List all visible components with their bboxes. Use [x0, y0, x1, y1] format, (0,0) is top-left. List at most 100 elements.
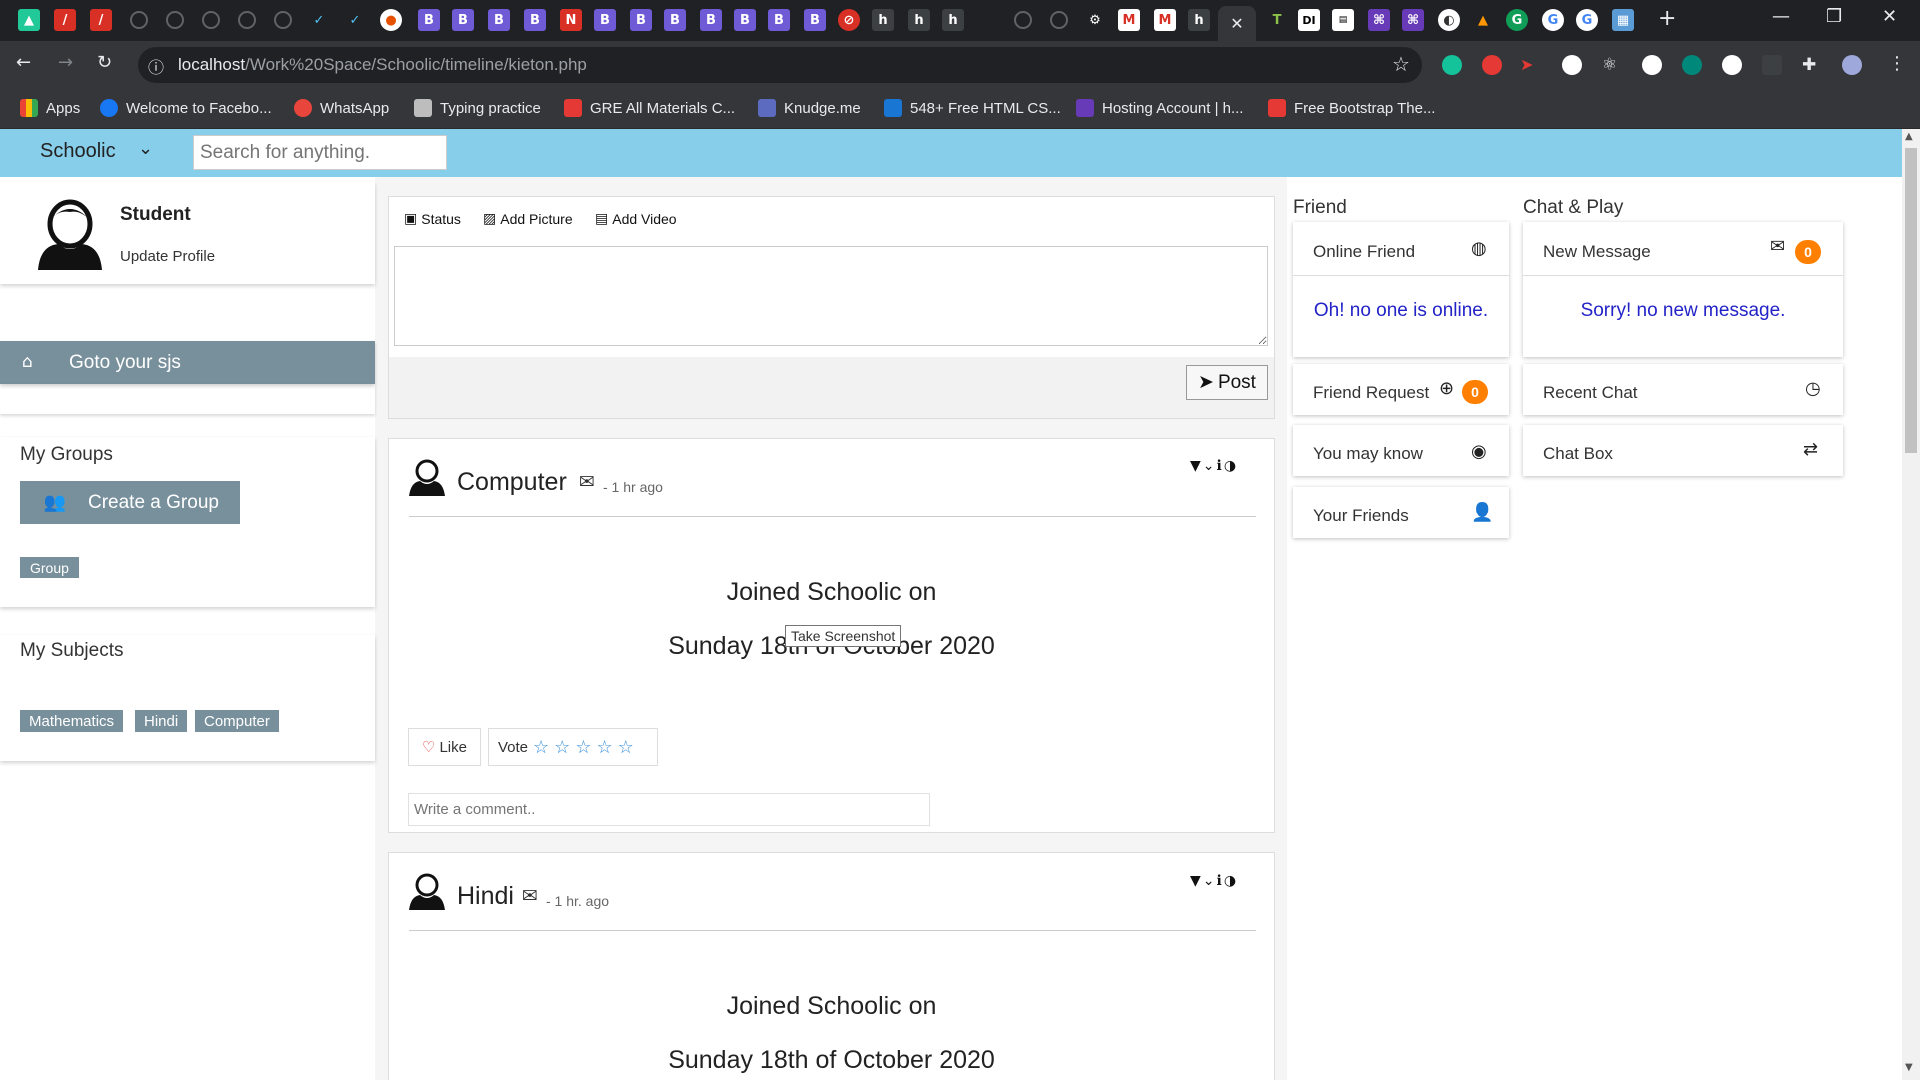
reload-icon[interactable]: ↻ [97, 52, 112, 73]
extension-icon[interactable] [1682, 55, 1702, 75]
bookmark-typing[interactable]: Typing practice [414, 97, 541, 119]
bootstrap-tab-icon[interactable]: B [524, 9, 546, 31]
tab-favicon-icon[interactable]: ⌘ [1402, 9, 1424, 31]
extensions-puzzle-icon[interactable]: ✚ [1802, 55, 1822, 75]
star-icon[interactable]: ☆ [554, 737, 570, 758]
search-input[interactable] [193, 135, 447, 170]
tab-favicon-icon[interactable]: ⊘ [838, 9, 860, 31]
tab-favicon-icon[interactable]: / [90, 9, 112, 31]
envelope-icon[interactable]: ✉ [1770, 236, 1785, 257]
bookmark-facebook[interactable]: Welcome to Facebo... [100, 97, 272, 119]
bookmark-knudge[interactable]: Knudge.me [758, 97, 861, 119]
bootstrap-tab-icon[interactable]: B [700, 9, 722, 31]
tab-favicon-icon[interactable]: G [1506, 9, 1528, 31]
gmail-tab-icon[interactable]: M [1118, 9, 1140, 31]
star-icon[interactable]: ☆ [596, 737, 612, 758]
tab-favicon-icon[interactable]: ⚙ [1084, 9, 1106, 31]
bootstrap-tab-icon[interactable]: B [452, 9, 474, 31]
envelope-icon[interactable]: ✉ [579, 471, 595, 493]
new-message-label[interactable]: New Message [1543, 242, 1651, 262]
tab-favicon-icon[interactable]: ● [380, 9, 402, 31]
comment-input[interactable] [408, 793, 930, 826]
tab-favicon-icon[interactable]: ◐ [1438, 9, 1460, 31]
tab-favicon-icon[interactable]: ▤ [1332, 9, 1354, 31]
brand-name[interactable]: Schoolic [40, 140, 116, 163]
bootstrap-tab-icon[interactable]: B [804, 9, 826, 31]
chevron-down-icon[interactable]: ⌄ [1203, 458, 1217, 474]
bootstrap-tab-icon[interactable]: B [734, 9, 756, 31]
group-tag[interactable]: Group [20, 557, 79, 578]
forward-icon[interactable]: → [58, 52, 73, 73]
post-button[interactable]: ➤ Post [1186, 365, 1268, 400]
bootstrap-tab-icon[interactable]: B [418, 9, 440, 31]
bookmark-hosting[interactable]: Hosting Account | h... [1076, 97, 1243, 119]
minimize-icon[interactable]: — [1772, 6, 1790, 27]
github-tab-icon[interactable] [1014, 11, 1032, 29]
extension-icon[interactable] [1762, 55, 1782, 75]
hide-icon[interactable]: ◑ [1224, 873, 1238, 889]
hide-icon[interactable]: ◑ [1224, 458, 1238, 474]
tab-favicon-icon[interactable]: ⌘ [1368, 9, 1390, 31]
restore-icon[interactable]: ❐ [1826, 6, 1842, 27]
tab-favicon-icon[interactable]: DI [1298, 9, 1320, 31]
tab-add-video[interactable]: ▤ Add Video [595, 210, 677, 227]
extension-icon[interactable]: ➤ [1520, 55, 1540, 75]
create-group-button[interactable]: 👥 Create a Group [20, 481, 240, 524]
bootstrap-tab-icon[interactable]: B [594, 9, 616, 31]
bootstrap-tab-icon[interactable]: B [664, 9, 686, 31]
google-tab-icon[interactable]: G [1542, 9, 1564, 31]
tab-favicon-icon[interactable]: h [872, 9, 894, 31]
tab-favicon-icon[interactable]: N [560, 9, 582, 31]
post-author[interactable]: Computer [457, 468, 567, 497]
active-tab-close-icon[interactable]: ✕ [1218, 6, 1256, 41]
subject-tag-hindi[interactable]: Hindi [135, 710, 188, 732]
github-tab-icon[interactable] [202, 11, 220, 29]
tab-add-picture[interactable]: ▨ Add Picture [483, 210, 573, 227]
like-button[interactable]: ♡ Like [408, 728, 481, 766]
github-tab-icon[interactable] [1050, 11, 1068, 29]
envelope-icon[interactable]: ✉ [522, 885, 538, 907]
subject-tag-computer[interactable]: Computer [195, 710, 279, 732]
github-tab-icon[interactable] [166, 11, 184, 29]
status-textarea[interactable] [394, 246, 1268, 346]
tab-favicon-icon[interactable]: ✓ [308, 9, 330, 31]
star-icon[interactable]: ☆ [575, 737, 591, 758]
online-friend-label[interactable]: Online Friend [1313, 242, 1415, 262]
close-window-icon[interactable]: ✕ [1882, 6, 1897, 27]
bookmark-bootstrap[interactable]: Free Bootstrap The... [1268, 97, 1435, 119]
update-profile-link[interactable]: Update Profile [120, 248, 215, 265]
tab-favicon-icon[interactable]: ✓ [344, 9, 366, 31]
tab-favicon-icon[interactable]: / [54, 9, 76, 31]
chevron-down-icon[interactable]: ⌄ [1203, 873, 1217, 889]
back-icon[interactable]: ← [16, 52, 31, 73]
bookmark-icon[interactable]: ▼ [1190, 458, 1203, 474]
info-icon[interactable]: ℹ [1217, 873, 1224, 889]
github-tab-icon[interactable] [274, 11, 292, 29]
scrollbar-thumb[interactable] [1905, 148, 1917, 453]
post-author[interactable]: Hindi [457, 882, 514, 911]
profile-avatar-icon[interactable] [1842, 55, 1862, 75]
bookmark-apps[interactable]: Apps [20, 97, 80, 119]
chevron-down-icon[interactable]: ⌄ [138, 138, 153, 159]
bootstrap-tab-icon[interactable]: B [768, 9, 790, 31]
gmail-tab-icon[interactable]: M [1154, 9, 1176, 31]
star-icon[interactable]: ☆ [618, 737, 634, 758]
tab-favicon-icon[interactable]: h [942, 9, 964, 31]
tab-favicon-icon[interactable]: ▲ [1472, 9, 1494, 31]
url-text[interactable]: localhost/Work%20Space/Schoolic/timeline… [178, 55, 587, 75]
star-icon[interactable]: ☆ [533, 737, 549, 758]
extension-icon[interactable] [1642, 55, 1662, 75]
bootstrap-tab-icon[interactable]: B [630, 9, 652, 31]
grammarly-extension-icon[interactable] [1442, 55, 1462, 75]
google-tab-icon[interactable]: G [1576, 9, 1598, 31]
globe-icon[interactable]: ◍ [1471, 238, 1487, 259]
subject-tag-mathematics[interactable]: Mathematics [20, 710, 124, 732]
github-tab-icon[interactable] [238, 11, 256, 29]
github-tab-icon[interactable] [130, 11, 148, 29]
bookmark-whatsapp[interactable]: WhatsApp [294, 97, 389, 119]
tab-favicon-icon[interactable]: ▦ [1612, 9, 1634, 31]
extension-icon[interactable] [1482, 55, 1502, 75]
extension-icon[interactable] [1562, 55, 1582, 75]
bookmark-icon[interactable]: ▼ [1190, 873, 1203, 889]
new-tab-icon[interactable]: + [1658, 6, 1676, 31]
